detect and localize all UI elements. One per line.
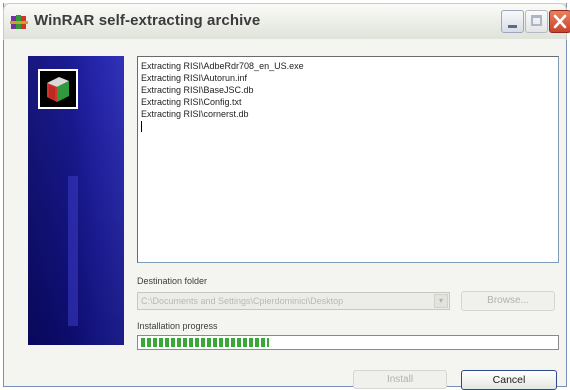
archive-book-graphic xyxy=(47,77,69,102)
log-line: Extracting RISI\cornerst.db xyxy=(141,109,249,119)
cancel-button[interactable]: Cancel xyxy=(461,370,557,390)
winrar-archive-book-icon xyxy=(38,69,78,109)
maximize-icon xyxy=(531,15,542,26)
close-button[interactable] xyxy=(549,10,570,33)
log-line: Extracting RISI\Config.txt xyxy=(141,97,242,107)
minimize-button[interactable] xyxy=(501,10,524,33)
extraction-log[interactable]: Extracting RISI\AdbeRdr708_en_US.exe Ext… xyxy=(137,56,559,263)
destination-folder-value: C:\Documents and Settings\Cpierdominici\… xyxy=(141,296,344,306)
minimize-icon xyxy=(508,25,517,28)
window-title: WinRAR self-extracting archive xyxy=(34,12,261,29)
close-icon xyxy=(553,14,567,29)
installation-progress-bar xyxy=(137,335,559,350)
log-line: Extracting RISI\Autorun.inf xyxy=(141,73,248,83)
winrar-books-icon xyxy=(10,15,28,29)
progress-fill xyxy=(141,338,270,347)
installer-window: WinRAR self-extracting archive Extractin… xyxy=(3,3,570,390)
browse-button[interactable]: Browse... xyxy=(461,291,555,311)
install-button[interactable]: Install xyxy=(353,370,447,389)
log-line: Extracting RISI\BaseJSC.db xyxy=(141,85,254,95)
destination-folder-combo[interactable]: C:\Documents and Settings\Cpierdominici\… xyxy=(137,292,450,310)
side-banner xyxy=(28,56,124,345)
chevron-down-icon[interactable]: ▾ xyxy=(434,294,448,308)
text-caret xyxy=(141,121,142,132)
installation-progress-label: Installation progress xyxy=(137,321,218,331)
dialog-body: Extracting RISI\AdbeRdr708_en_US.exe Ext… xyxy=(4,39,566,390)
banner-decoration xyxy=(68,176,78,326)
destination-folder-label: Destination folder xyxy=(137,276,208,286)
maximize-button[interactable] xyxy=(525,10,548,33)
log-line: Extracting RISI\AdbeRdr708_en_US.exe xyxy=(141,61,304,71)
title-bar[interactable]: WinRAR self-extracting archive xyxy=(3,3,570,40)
